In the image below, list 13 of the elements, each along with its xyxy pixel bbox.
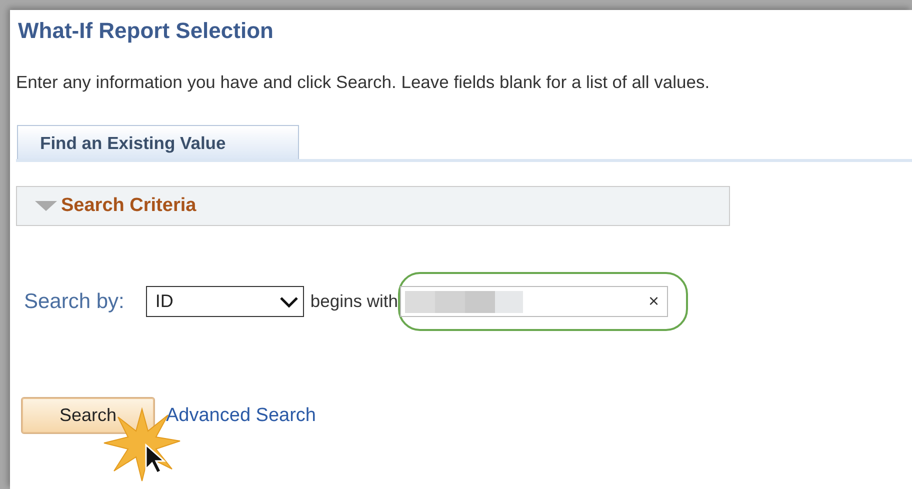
tab[interactable]: Find an Existing Value [17,125,299,159]
search-by-label: Search by: [24,290,124,314]
section-title: Search Criteria [61,195,196,217]
chevron-down-icon [279,296,300,308]
clear-icon[interactable]: × [648,291,659,312]
advanced-search-link[interactable]: Advanced Search [166,404,316,426]
input-field[interactable]: × [400,286,668,317]
section-header[interactable]: Search Criteria [16,186,730,226]
field-dropdown[interactable]: ID [146,286,304,317]
search-button[interactable]: Search [21,397,155,434]
instructions-text: Enter any information you have and click Search. Leave fields blank for a list of all values. [16,72,711,93]
operator-text: begins with [310,291,398,312]
page-title: What-If Report Selection [18,18,274,44]
